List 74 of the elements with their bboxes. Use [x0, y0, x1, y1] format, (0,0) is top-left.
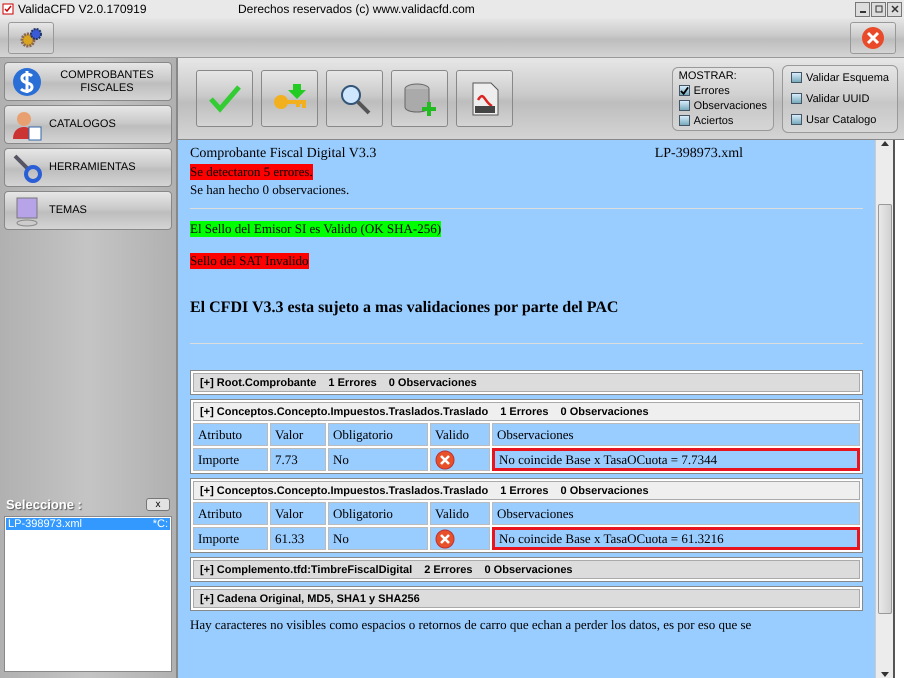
window-title: ValidaCFD V2.0.170919 — [18, 2, 148, 16]
sidebar-item[interactable]: CATALOGOS — [4, 105, 172, 144]
footer-text: Hay caracteres no visibles como espacios o retornos de carro que echan a perder los datos, es por eso que se — [190, 617, 752, 633]
seal-message: Sello del SAT Invalido — [190, 253, 309, 269]
column-header: Atributo — [193, 423, 268, 446]
error-icon — [435, 528, 455, 548]
dollar-icon — [11, 66, 43, 98]
maximize-icon — [874, 5, 882, 13]
checkbox[interactable] — [678, 100, 690, 111]
seal-message: El Sello del Emisor SI es Valido (OK SHA-256) — [190, 221, 442, 237]
settings-button[interactable] — [8, 22, 54, 54]
check-icon — [208, 84, 242, 114]
section-header[interactable]: [+] Conceptos.Concepto.Impuestos.Traslados.Traslado 1 Errores 0 Observaciones — [193, 402, 860, 421]
gears-icon — [19, 26, 43, 48]
option-label: Validar Esquema — [806, 72, 889, 84]
checkbox[interactable] — [678, 85, 690, 96]
column-header: Valor — [270, 423, 326, 446]
checkbox[interactable] — [791, 93, 802, 104]
file-name: LP-398973.xml — [654, 146, 743, 162]
option-label: Usar Catalogo — [806, 114, 876, 126]
section-header[interactable]: [+] Conceptos.Concepto.Impuestos.Traslados.Traslado 1 Errores 0 Observaciones — [193, 481, 860, 500]
option-label: Aciertos — [694, 114, 734, 126]
column-header: Valido — [430, 502, 490, 525]
section-header[interactable]: [+] Root.Comprobante 1 Errores 0 Observaciones — [193, 373, 860, 392]
status-message: Se detectaron 5 errores. — [190, 164, 313, 180]
column-header: Observaciones — [492, 423, 860, 446]
sidebar-item[interactable]: COMPROBANTES FISCALES — [4, 62, 172, 101]
table-cell: No coincide Base x TasaOCuota = 61.3216 — [492, 527, 860, 550]
sidebar-item[interactable]: TEMAS — [4, 191, 172, 230]
table-cell: No — [328, 448, 428, 471]
table-cell: No — [328, 527, 428, 550]
database-add-icon — [402, 80, 438, 116]
close-icon — [861, 26, 885, 50]
option-label: Validar UUID — [806, 92, 870, 104]
column-header: Valor — [270, 502, 326, 525]
copyright-text: Derechos reservados (c) www.validacfd.com — [238, 2, 475, 16]
column-header: Observaciones — [492, 502, 860, 525]
option-label: Observaciones — [694, 100, 768, 112]
section-header[interactable]: [+] Complemento.tfd:TimbreFiscalDigital 2 Errores 0 Observaciones — [193, 560, 860, 579]
table-cell: Importe — [193, 448, 268, 471]
group-title: MOSTRAR: — [678, 70, 738, 82]
close-button[interactable] — [887, 2, 902, 16]
option-label: Errores — [694, 84, 730, 96]
report-title: Comprobante Fiscal Digital V3.3 — [190, 146, 376, 162]
column-header: Atributo — [193, 502, 268, 525]
toolbar-button[interactable] — [326, 70, 383, 127]
pdf-file-icon — [470, 82, 500, 116]
select-label: Seleccione : — [6, 497, 82, 512]
clear-button[interactable]: x — [146, 498, 170, 511]
checkbox[interactable] — [791, 114, 802, 125]
table-cell: No coincide Base x TasaOCuota = 7.7344 — [492, 448, 860, 471]
maximize-button[interactable] — [871, 2, 886, 16]
column-header: Obligatorio — [328, 502, 428, 525]
minimize-button[interactable] — [855, 2, 870, 16]
checkbox[interactable] — [791, 72, 802, 83]
error-icon — [435, 450, 455, 470]
scroll-down-icon[interactable] — [880, 672, 888, 678]
table-cell: Importe — [193, 527, 268, 550]
column-header: Valido — [430, 423, 490, 446]
app-icon — [2, 3, 14, 15]
table-cell: 61.33 — [270, 527, 326, 550]
table-cell: 7.73 — [270, 448, 326, 471]
tools-icon — [11, 152, 43, 184]
section-header[interactable]: [+] Cadena Original, MD5, SHA1 y SHA256 — [193, 589, 860, 608]
toolbar-button[interactable] — [391, 70, 448, 127]
close-icon — [890, 5, 898, 13]
sidebar-item[interactable]: HERRAMIENTAS — [4, 148, 172, 187]
toolbar-button[interactable] — [456, 70, 513, 127]
column-header: Obligatorio — [328, 423, 428, 446]
status-message: Se han hecho 0 observaciones. — [190, 182, 350, 198]
checkbox[interactable] — [678, 115, 690, 126]
scrollbar[interactable] — [875, 140, 893, 678]
notice-heading: El CFDI V3.3 esta sujeto a mas validaciones por parte del PAC — [190, 299, 620, 317]
exit-button[interactable] — [850, 22, 896, 54]
